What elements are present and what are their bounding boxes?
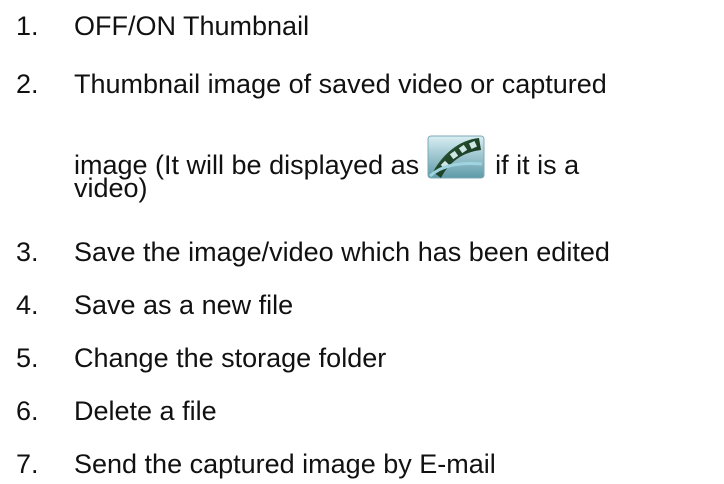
item-text: Change the storage folder bbox=[74, 343, 387, 373]
item-number: 7. bbox=[16, 449, 39, 479]
list-item-2-continued: image (It will be displayed as if it is … bbox=[0, 114, 724, 180]
item-number: 3. bbox=[16, 237, 39, 267]
numbered-list: 1. OFF/ON Thumbnail 2. Thumbnail image o… bbox=[0, 0, 724, 484]
item-number: 2. bbox=[16, 69, 39, 99]
item-text: Delete a file bbox=[74, 396, 217, 426]
item-text: OFF/ON Thumbnail bbox=[74, 11, 310, 41]
item-text: Thumbnail image of saved video or captur… bbox=[74, 69, 607, 99]
item-number: 4. bbox=[16, 290, 39, 320]
item-text: Save as a new file bbox=[74, 290, 294, 320]
item-text-line2-end: if it is a bbox=[495, 150, 580, 180]
item-number: 6. bbox=[16, 396, 39, 426]
item-text-line3: video) bbox=[74, 173, 148, 203]
item-number: 1. bbox=[16, 11, 39, 41]
item-text: Save the image/video which has been edit… bbox=[74, 237, 610, 267]
video-film-icon bbox=[427, 132, 485, 180]
item-text: Send the captured image by E-mail bbox=[74, 449, 496, 479]
item-number: 5. bbox=[16, 343, 39, 373]
